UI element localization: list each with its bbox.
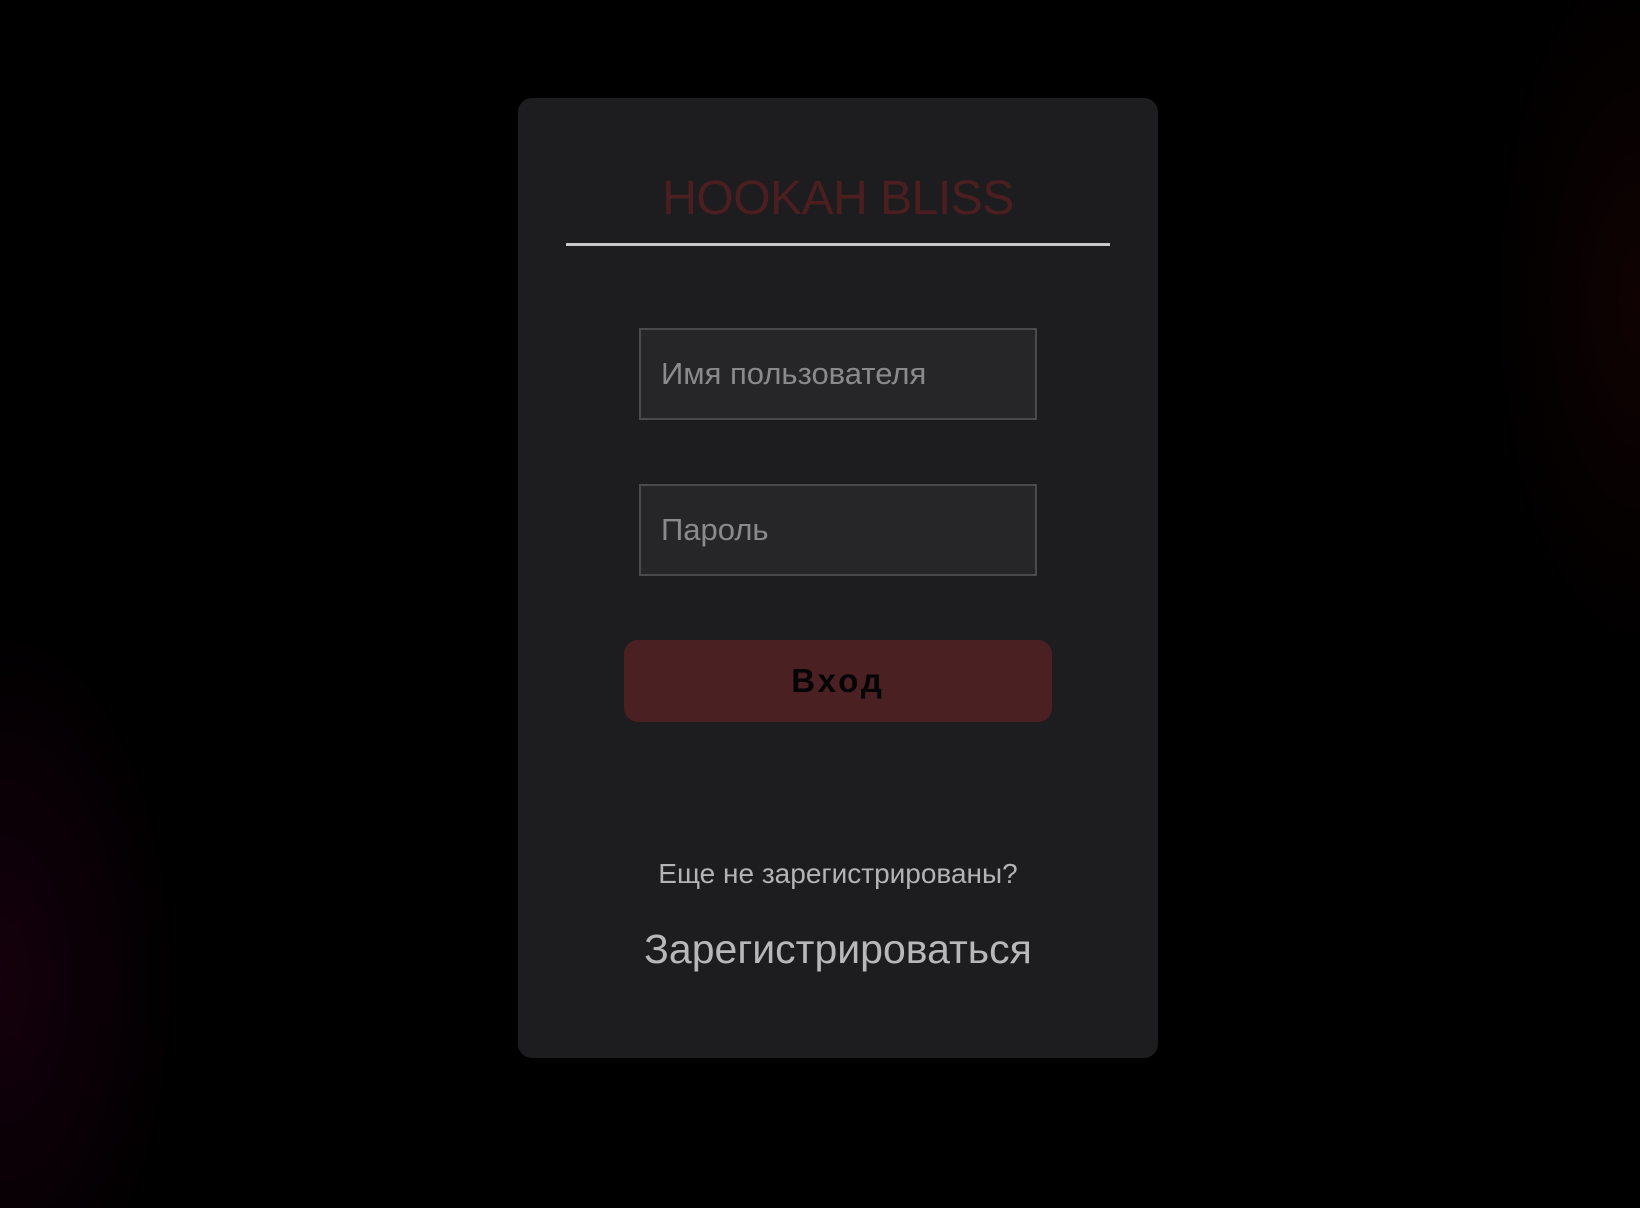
title-divider [566,243,1110,246]
brand-title: HOOKAH BLISS [662,172,1014,225]
username-input[interactable] [639,328,1037,420]
login-page: HOOKAH BLISS Вход Еще не зарегистрирован… [0,0,1640,1208]
register-link[interactable]: Зарегистрироваться [518,926,1158,973]
password-input[interactable] [639,484,1037,576]
login-card: HOOKAH BLISS Вход Еще не зарегистрирован… [518,98,1158,1058]
login-button[interactable]: Вход [624,640,1052,722]
register-prompt: Еще не зарегистрированы? [658,858,1018,889]
